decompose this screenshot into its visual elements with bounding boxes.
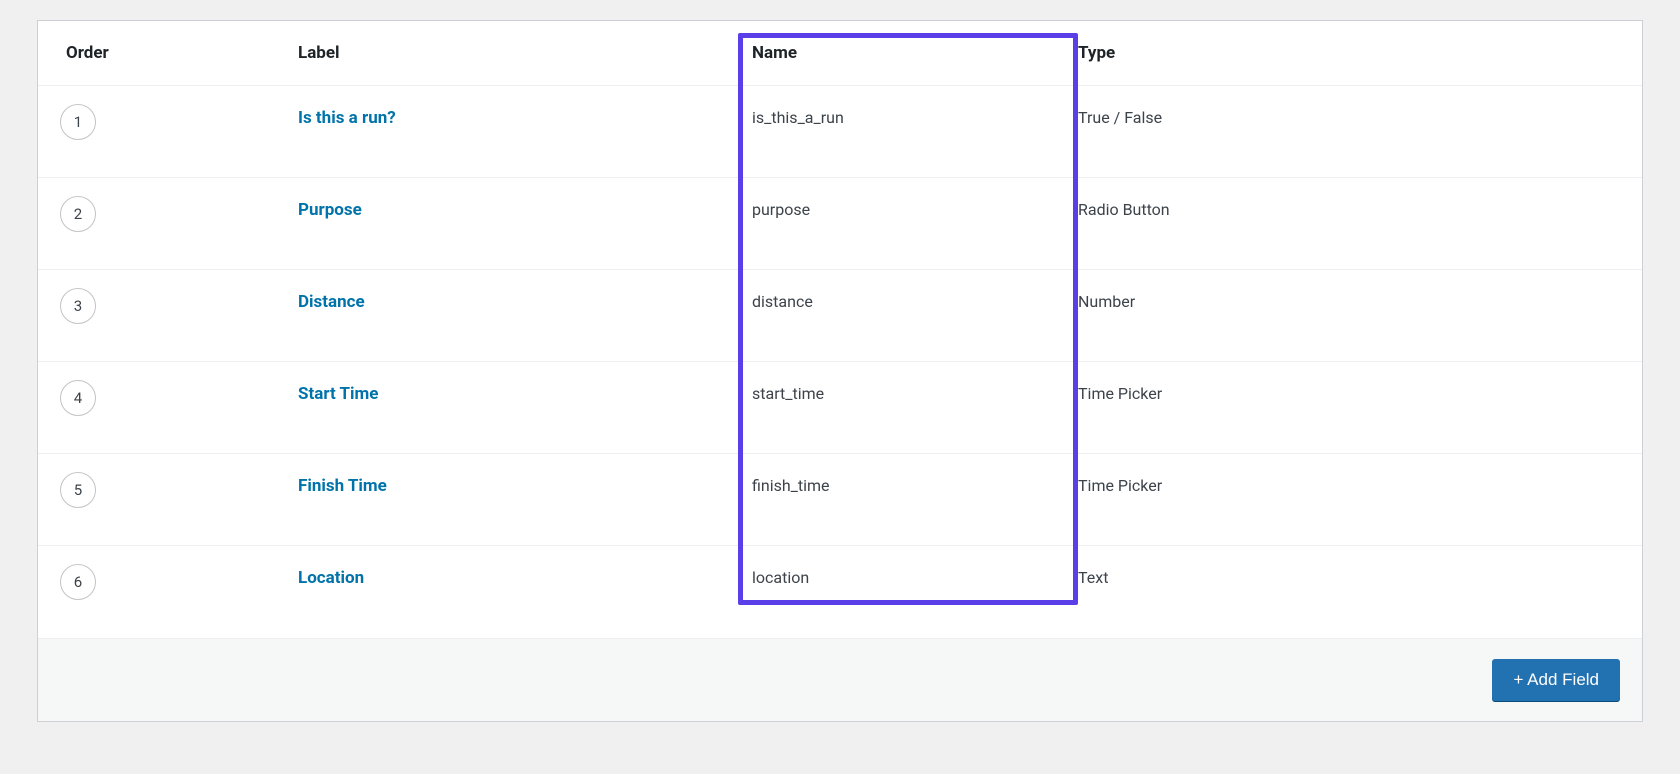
header-name: Name: [698, 21, 1078, 85]
row-order-cell: 4: [38, 362, 298, 416]
fields-wrapper: Order Label Name Type 1 Is this a run? is_…: [37, 20, 1643, 722]
row-type-cell: Time Picker: [1078, 362, 1642, 425]
field-label-link[interactable]: Purpose: [298, 200, 362, 220]
field-label-link[interactable]: Start Time: [298, 384, 378, 404]
row-order-cell: 1: [38, 86, 298, 140]
order-badge[interactable]: 2: [60, 196, 96, 232]
row-name-cell: is_this_a_run: [698, 86, 1078, 149]
row-order-cell: 6: [38, 546, 298, 600]
row-type-cell: Time Picker: [1078, 454, 1642, 517]
row-type-cell: Number: [1078, 270, 1642, 333]
row-name-cell: location: [698, 546, 1078, 609]
row-type-cell: Radio Button: [1078, 178, 1642, 241]
table-row[interactable]: 5 Finish Time finish_timeTime Picker: [38, 454, 1642, 546]
row-type-cell: Text: [1078, 546, 1642, 609]
table-row[interactable]: 2 Purpose purposeRadio Button: [38, 178, 1642, 270]
order-badge[interactable]: 5: [60, 472, 96, 508]
row-name-cell: purpose: [698, 178, 1078, 241]
header-label: Label: [298, 21, 698, 85]
header-order: Order: [38, 21, 298, 85]
order-badge[interactable]: 4: [60, 380, 96, 416]
order-badge[interactable]: 1: [60, 104, 96, 140]
table-row[interactable]: 4 Start Time start_timeTime Picker: [38, 362, 1642, 454]
row-label-cell: Location: [298, 546, 698, 610]
field-label-link[interactable]: Finish Time: [298, 476, 387, 496]
fields-footer: + Add Field: [38, 638, 1642, 721]
row-name-cell: distance: [698, 270, 1078, 333]
table-row[interactable]: 3 Distance distanceNumber: [38, 270, 1642, 362]
field-label-link[interactable]: Is this a run?: [298, 108, 396, 128]
row-label-cell: Start Time: [298, 362, 698, 426]
row-label-cell: Purpose: [298, 178, 698, 242]
fields-table: Order Label Name Type 1 Is this a run? is_…: [37, 20, 1643, 722]
order-badge[interactable]: 3: [60, 288, 96, 324]
header-type: Type: [1078, 21, 1642, 85]
field-label-link[interactable]: Location: [298, 568, 364, 588]
row-order-cell: 2: [38, 178, 298, 232]
row-label-cell: Is this a run?: [298, 86, 698, 150]
table-row[interactable]: 6 Location locationText: [38, 546, 1642, 638]
fields-header-row: Order Label Name Type: [38, 21, 1642, 86]
row-label-cell: Distance: [298, 270, 698, 334]
row-name-cell: start_time: [698, 362, 1078, 425]
field-label-link[interactable]: Distance: [298, 292, 365, 312]
order-badge[interactable]: 6: [60, 564, 96, 600]
add-field-button[interactable]: + Add Field: [1492, 659, 1620, 701]
row-label-cell: Finish Time: [298, 454, 698, 518]
row-order-cell: 5: [38, 454, 298, 508]
row-name-cell: finish_time: [698, 454, 1078, 517]
row-order-cell: 3: [38, 270, 298, 324]
fields-rows-container: 1 Is this a run? is_this_a_runTrue / False…: [38, 86, 1642, 638]
table-row[interactable]: 1 Is this a run? is_this_a_runTrue / False: [38, 86, 1642, 178]
row-type-cell: True / False: [1078, 86, 1642, 149]
